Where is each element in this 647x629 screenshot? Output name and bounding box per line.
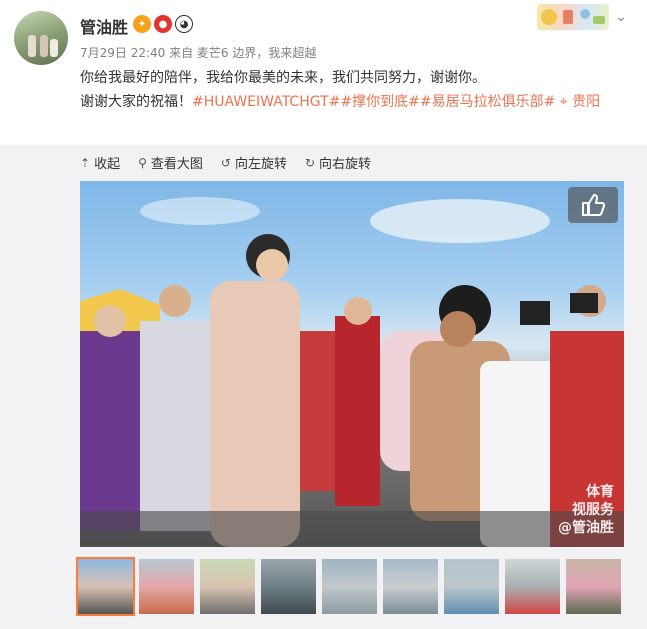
post-text-prefix: 谢谢大家的祝福！ [80, 94, 192, 110]
post-content: 你给我最好的陪伴，我给你最美的未来，我们共同努力，谢谢你。 谢谢大家的祝福！#H… [80, 66, 628, 114]
avatar-figure [50, 39, 58, 57]
rotate-right-button[interactable]: ↻ 向右旋转 [304, 153, 372, 173]
photo-watermark: 体育 视服务 @管油胜 [558, 483, 614, 537]
media-toolbar: ⇡ 收起 ⚲ 查看大图 ↺ 向左旋转 ↻ 向右旋转 [80, 153, 372, 173]
thumbnail[interactable] [139, 559, 194, 614]
collapse-label: 收起 [94, 157, 121, 172]
location-pin-icon: ⌖ [559, 94, 573, 110]
red-badge-icon[interactable]: ● [154, 15, 172, 33]
thumbnail[interactable] [383, 559, 438, 614]
username[interactable]: 管油胜 [80, 14, 128, 38]
decoration-icon [541, 9, 606, 25]
vip-badge-icon[interactable]: ✦ [133, 15, 151, 33]
thumbnail[interactable] [322, 559, 377, 614]
thumbnail-strip [76, 557, 621, 616]
hashtag-link[interactable]: #撑你到底# [340, 94, 419, 110]
main-photo[interactable]: 体育 视服务 @管油胜 [80, 181, 624, 547]
top-right-area: ⌄ [537, 4, 627, 30]
like-button[interactable] [568, 187, 618, 223]
rotate-left-label: 向左旋转 [234, 157, 287, 172]
post-text-line2: 谢谢大家的祝福！#HUAWEIWATCHGT##撑你到底##易居马拉松俱乐部# … [80, 90, 628, 114]
search-icon: ⚲ [138, 155, 147, 170]
collapse-button[interactable]: ⇡ 收起 [80, 153, 121, 173]
hashtag-link[interactable]: #HUAWEIWATCHGT# [192, 94, 340, 110]
post-text-line1: 你给我最好的陪伴，我给你最美的未来，我们共同努力，谢谢你。 [80, 70, 486, 86]
rotate-right-icon: ↻ [304, 155, 316, 170]
thumbs-up-icon [582, 194, 606, 216]
photo-scene [80, 197, 624, 547]
watermark-line: 体育 [586, 484, 614, 500]
panda-badge-icon[interactable]: ◕ [175, 15, 193, 33]
view-large-label: 查看大图 [150, 157, 203, 172]
thumbnail[interactable] [505, 559, 560, 614]
watermark-line: @管油胜 [558, 520, 614, 536]
thumbnail[interactable] [444, 559, 499, 614]
watermark-line: 视服务 [572, 502, 614, 518]
media-panel: ⇡ 收起 ⚲ 查看大图 ↺ 向左旋转 ↻ 向右旋转 体育 视服务 @管油胜 [0, 145, 647, 629]
rotate-left-icon: ↺ [220, 155, 231, 170]
thumbnail[interactable] [566, 559, 621, 614]
thumbnail[interactable] [261, 559, 316, 614]
view-large-button[interactable]: ⚲ 查看大图 [138, 153, 203, 173]
rotate-right-label: 向右旋转 [319, 157, 372, 172]
post-header: 管油胜 ✦ ● ◕ ⌄ 7月29日 22:40 来自 麦芒6 边界，我来超越 你… [0, 0, 647, 145]
avatar-figure [28, 35, 36, 57]
thumbnail[interactable] [200, 559, 255, 614]
post-meta: 7月29日 22:40 来自 麦芒6 边界，我来超越 [80, 46, 317, 60]
hashtag-link[interactable]: #易居马拉松俱乐部# [420, 94, 555, 110]
card-decoration [537, 4, 610, 30]
location-link[interactable]: ⌖ 贵阳 [560, 94, 600, 110]
thumbnail[interactable] [76, 557, 135, 616]
user-badges: ✦ ● ◕ [133, 15, 193, 33]
chevron-down-icon[interactable]: ⌄ [615, 9, 627, 25]
location-label: 贵阳 [572, 94, 601, 110]
rotate-left-button[interactable]: ↺ 向左旋转 [220, 153, 287, 173]
collapse-icon: ⇡ [80, 155, 91, 170]
avatar[interactable] [14, 11, 68, 65]
avatar-figure [40, 35, 48, 57]
